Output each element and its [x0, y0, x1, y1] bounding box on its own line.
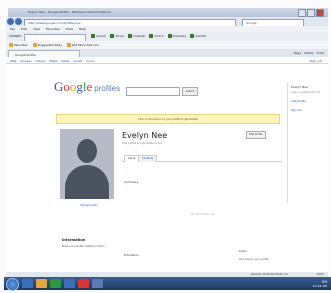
links-text[interactable]: Add links to your profile	[239, 258, 269, 261]
side-panel-email: evelyn.nee@gmail.com	[291, 91, 321, 94]
close-icon[interactable]	[316, 9, 324, 17]
banner-text: Click on the pencil on your profile to g…	[138, 117, 198, 121]
profile-name: Evelyn Nee	[122, 131, 168, 140]
minimize-icon[interactable]	[298, 9, 306, 17]
favorites-button[interactable]: Favorites	[9, 43, 28, 47]
gbar-link-gmail[interactable]: Gmail	[74, 59, 83, 63]
toolbar-item-search[interactable]: Search	[91, 34, 106, 38]
section-label: Summary	[124, 180, 139, 184]
account-side-panel: Evelyn Nee evelyn.nee@gmail.com View pro…	[287, 83, 328, 203]
info-text: Make your profile visible to others	[62, 245, 105, 248]
clock[interactable]: 10:24 AM	[313, 284, 327, 288]
forward-icon[interactable]	[15, 18, 22, 25]
side-panel-sign-out-link[interactable]: Sign out	[291, 109, 301, 112]
empty-note: No information yet	[191, 213, 215, 216]
toolbar-item-translate[interactable]: Translate	[167, 34, 186, 38]
bottom-section-label: Education	[124, 253, 139, 257]
avatar-body-silhouette	[65, 165, 109, 199]
tab-contacts[interactable]: Contacts	[138, 155, 158, 162]
taskbar-media-icon[interactable]	[50, 279, 61, 288]
google-bar: Web Images Videos Maps News Gmail more S…	[6, 57, 328, 64]
page-content: Web Images Videos Maps News Gmail more S…	[6, 57, 328, 272]
gbar-link-news[interactable]: News	[61, 59, 69, 63]
autofill-icon	[190, 34, 195, 38]
edit-profile-button[interactable]: Edit profile	[246, 131, 266, 139]
toolbar-item-autofill[interactable]: AutoFill	[190, 34, 206, 38]
gbar-link-videos[interactable]: Videos	[36, 59, 46, 63]
share-icon	[110, 34, 115, 38]
gbar-link-images[interactable]: Images	[21, 59, 32, 63]
taskbar-ie-icon[interactable]	[22, 279, 33, 288]
taskbar-app2-icon[interactable]	[92, 279, 103, 288]
security-zone: Internet | Protected Mode: On	[250, 272, 288, 276]
google-toolbar-label: Google	[9, 34, 22, 38]
links-label: Links	[239, 249, 247, 253]
avatar[interactable]	[60, 129, 114, 199]
search-icon	[91, 34, 95, 38]
star-icon	[9, 43, 13, 47]
profile-tabs: About Contacts	[122, 155, 282, 162]
check-icon	[149, 34, 154, 38]
notice-banner: Click on the pencil on your profile to g…	[56, 114, 280, 124]
tools-menu[interactable]: Tools	[317, 51, 324, 55]
back-icon[interactable]	[7, 18, 14, 25]
gbar-link-web[interactable]: Web	[10, 59, 17, 63]
window-title: Evelyn Nee - Google Profile - Windows In…	[28, 10, 112, 14]
toolbar-item-sidewiki[interactable]: Sidewiki	[127, 34, 145, 38]
favorites-bar: Favorites Suggested Sites Get More Add-o…	[6, 41, 328, 49]
toolbar-item-share[interactable]: Share	[110, 34, 124, 38]
profile-search-input[interactable]	[126, 87, 180, 96]
favorite-suggested-sites[interactable]: Suggested Sites	[32, 43, 62, 47]
start-button[interactable]	[6, 278, 19, 291]
toolbar-item-check[interactable]: Check	[149, 34, 164, 38]
address-text: http://www.google.com/profiles/me	[28, 20, 81, 25]
addons-icon	[66, 43, 71, 47]
change-photo-link[interactable]: Change photo	[80, 204, 98, 207]
info-heading: Information	[62, 238, 86, 242]
sidewiki-icon	[127, 34, 132, 38]
gbar-link-maps[interactable]: Maps	[49, 59, 57, 63]
browser-title-bar: Evelyn Nee - Google Profile - Windows In…	[8, 8, 328, 17]
side-panel-view-profile-link[interactable]: View profile	[291, 100, 306, 103]
side-panel-title: Evelyn Nee	[291, 85, 308, 89]
maximize-icon[interactable]	[307, 9, 315, 17]
avatar-head-silhouette	[77, 139, 97, 163]
google-profiles-logo[interactable]: Google profiles	[54, 79, 120, 95]
gbar-link-more[interactable]: more	[86, 59, 94, 63]
search-placeholder: Google	[246, 20, 257, 25]
google-toolbar: Google Search Share Sidewiki Check Trans…	[6, 32, 328, 42]
windows-taskbar: EN 10:24 AM	[4, 277, 331, 291]
page-menu[interactable]: Page	[294, 51, 301, 55]
taskbar-word-icon[interactable]	[64, 279, 75, 288]
tab-row: Google Profile Page Safety Tools	[6, 49, 328, 58]
safety-menu[interactable]: Safety	[304, 51, 314, 55]
taskbar-app-icon[interactable]	[78, 279, 89, 288]
taskbar-explorer-icon[interactable]	[36, 279, 47, 288]
search-button[interactable]: Search	[182, 87, 198, 96]
logo-subtitle: profiles	[94, 84, 121, 93]
zoom-level[interactable]: 100%	[317, 273, 324, 276]
translate-icon	[167, 34, 172, 38]
address-bar-row: http://www.google.com/profiles/me Google	[6, 17, 328, 27]
favorite-addons[interactable]: Get More Add-ons	[66, 43, 99, 47]
suggested-sites-icon	[32, 43, 37, 47]
sign-out-link[interactable]: Sign out	[310, 59, 322, 63]
profile-tagline: Your profile is only visible to you	[122, 142, 163, 145]
